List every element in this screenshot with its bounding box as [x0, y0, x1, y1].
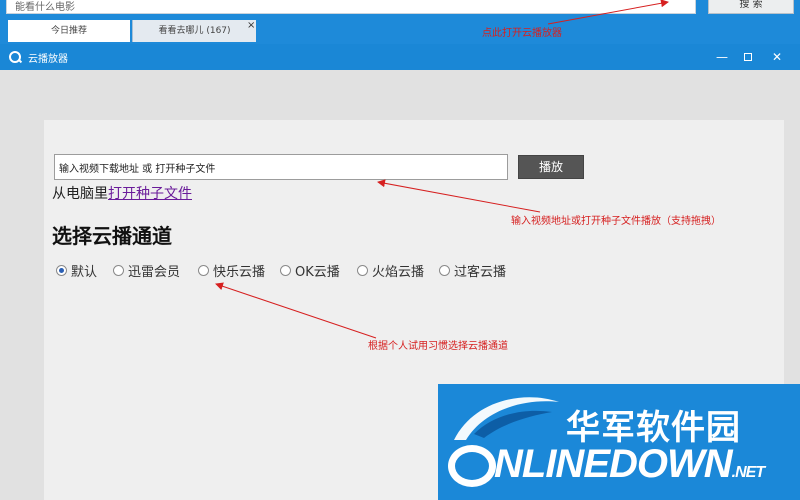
radio-unchecked-icon	[198, 265, 209, 276]
tab-today-recommend[interactable]: 今日推荐	[8, 20, 130, 42]
open-torrent-link[interactable]: 打开种子文件	[108, 186, 192, 202]
top-search-button[interactable]: 搜 索	[708, 0, 794, 14]
search-icon	[9, 51, 21, 63]
radio-unchecked-icon	[439, 265, 450, 276]
annotation-channel-tip: 根据个人试用习惯选择云播通道	[368, 341, 508, 352]
tab-label: 看看去哪儿 (167)	[158, 26, 231, 36]
channel-radio-kuaile[interactable]: 快乐云播	[198, 261, 266, 280]
close-button[interactable]: ✕	[764, 48, 790, 66]
channel-heading: 选择云播通道	[52, 224, 172, 248]
onlinedown-watermark: 华军软件园 NLINEDOWN.NET	[438, 384, 800, 500]
play-button[interactable]: 播放	[518, 155, 584, 179]
top-search-value: 能看什么电影	[15, 2, 75, 13]
watermark-en-text: NLINEDOWN.NET	[448, 442, 765, 488]
channel-radio-guoke[interactable]: 过客云播	[439, 261, 507, 280]
tab-close-icon[interactable]: ×	[247, 20, 255, 32]
swoosh-logo-icon	[454, 397, 559, 440]
channel-label: 快乐云播	[213, 265, 266, 280]
channel-label: 迅雷会员	[128, 265, 181, 280]
window-title: 云播放器	[28, 54, 68, 65]
open-local-line: 从电脑里打开种子文件	[52, 183, 192, 203]
radio-unchecked-icon	[357, 265, 368, 276]
radio-unchecked-icon	[280, 265, 291, 276]
channel-radio-xunlei-vip[interactable]: 迅雷会员	[113, 261, 181, 280]
open-local-prefix: 从电脑里	[52, 186, 108, 202]
radio-unchecked-icon	[113, 265, 124, 276]
top-search-input[interactable]: 能看什么电影	[6, 0, 696, 14]
channel-label: 火焰云播	[372, 265, 425, 280]
channel-label: OK云播	[295, 265, 340, 280]
maximize-button[interactable]	[738, 48, 758, 66]
app-top-bar: 能看什么电影 搜 索 今日推荐 看看去哪儿 (167) ×	[0, 0, 800, 44]
o-ring-icon	[448, 445, 496, 488]
window-titlebar[interactable]: 云播放器 — ✕	[0, 44, 800, 70]
annotation-open-player: 点此打开云播放器	[482, 28, 562, 39]
channel-radio-ok[interactable]: OK云播	[280, 261, 340, 280]
channel-radio-default[interactable]: 默认	[56, 261, 98, 280]
tab-where-to-watch[interactable]: 看看去哪儿 (167)	[132, 20, 256, 42]
annotation-input-tip: 输入视频地址或打开种子文件播放（支持拖拽）	[511, 216, 721, 227]
tab-label: 今日推荐	[50, 26, 87, 36]
channel-label: 默认	[71, 265, 98, 280]
maximize-icon	[744, 53, 752, 61]
channel-radio-huoyan[interactable]: 火焰云播	[357, 261, 425, 280]
watermark-en-rest: NLINEDOWN	[494, 442, 733, 486]
channel-label: 过客云播	[454, 265, 507, 280]
video-url-input[interactable]	[54, 154, 508, 180]
watermark-net: .NET	[731, 464, 765, 481]
radio-checked-icon	[56, 265, 67, 276]
minimize-button[interactable]: —	[712, 48, 732, 66]
